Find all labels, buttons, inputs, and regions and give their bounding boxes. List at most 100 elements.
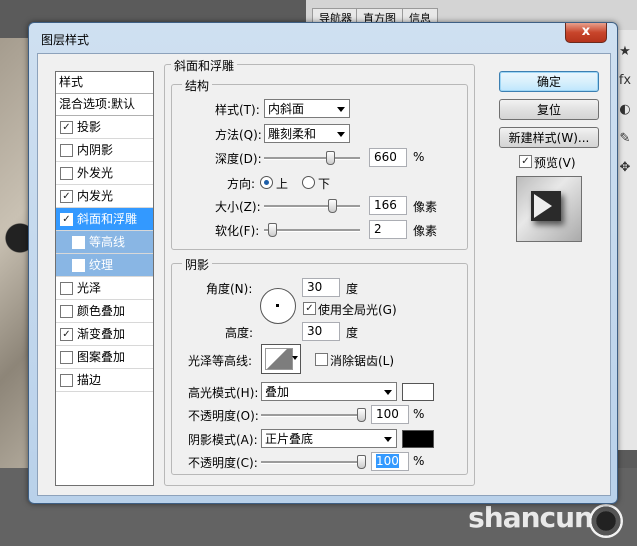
style-checkbox[interactable]: ✓	[60, 327, 73, 341]
highlight-opacity-thumb[interactable]	[357, 408, 366, 422]
shading-title: 阴影	[182, 256, 213, 273]
style-checkbox[interactable]	[60, 350, 73, 364]
style-list-header[interactable]: 样式	[56, 72, 153, 94]
antialias-checkbox[interactable]	[315, 353, 328, 366]
style-checkbox[interactable]	[60, 304, 73, 318]
ok-button[interactable]: 确定	[499, 71, 599, 92]
shadow-mode-value: 正片叠底	[265, 432, 314, 446]
global-light-label[interactable]: 使用全局光(G)	[318, 301, 397, 318]
style-preview-thumbnail	[516, 176, 582, 242]
blend-options-item[interactable]: 混合选项:默认	[56, 94, 153, 116]
style-list-item[interactable]: 描边	[56, 369, 153, 392]
highlight-opacity-input[interactable]: 100	[371, 405, 409, 424]
style-list-item[interactable]: 外发光	[56, 162, 153, 185]
shadow-mode-label: 阴影模式(A):	[188, 433, 258, 447]
depth-input[interactable]: 660	[369, 148, 407, 167]
shadow-opacity-thumb[interactable]	[357, 455, 366, 469]
preview-label[interactable]: 预览(V)	[534, 154, 576, 171]
style-list-item[interactable]: 颜色叠加	[56, 300, 153, 323]
style-item-label: 颜色叠加	[77, 304, 126, 318]
style-checkbox[interactable]: ✓	[60, 212, 73, 226]
direction-up-radio[interactable]	[260, 176, 273, 189]
watermark: shancun 山村	[468, 496, 594, 534]
gloss-contour-picker[interactable]	[261, 344, 301, 374]
reset-button[interactable]: 复位	[499, 99, 599, 120]
style-item-label: 图案叠加	[77, 350, 126, 364]
style-checkbox[interactable]	[60, 281, 73, 295]
angle-label: 角度(N):	[206, 282, 253, 296]
style-item-label: 内阴影	[77, 143, 114, 157]
shadow-opacity-input[interactable]: 100	[371, 452, 409, 471]
global-light-checkbox[interactable]: ✓	[303, 302, 316, 315]
style-list-item[interactable]: 图案叠加	[56, 346, 153, 369]
altitude-input[interactable]: 30	[302, 322, 340, 341]
new-style-button[interactable]: 新建样式(W)...	[499, 127, 599, 148]
size-label: 大小(Z):	[215, 200, 261, 214]
shading-group: 阴影 角度(N): 30 度 ✓ 使用全局光(G) 高度: 30 度 光泽等高线…	[171, 256, 468, 475]
altitude-label: 高度:	[225, 326, 254, 340]
depth-slider-thumb[interactable]	[326, 151, 335, 165]
angle-input[interactable]: 30	[302, 278, 340, 297]
method-label: 方法(Q):	[215, 128, 262, 142]
style-item-label: 描边	[77, 373, 102, 387]
style-list-item[interactable]: ✓ 内发光	[56, 185, 153, 208]
style-checkbox[interactable]	[60, 166, 73, 180]
close-icon: x	[581, 24, 591, 39]
size-slider-thumb[interactable]	[328, 199, 337, 213]
shadow-color-swatch[interactable]	[402, 430, 434, 448]
style-list-item[interactable]: 内阴影	[56, 139, 153, 162]
chevron-down-icon	[384, 437, 392, 442]
style-list-item[interactable]: 光泽	[56, 277, 153, 300]
style-checkbox[interactable]: ✓	[60, 120, 73, 134]
size-input[interactable]: 166	[369, 196, 407, 215]
style-item-label: 渐变叠加	[77, 327, 126, 341]
chevron-down-icon	[337, 107, 345, 112]
style-checkbox[interactable]	[72, 258, 85, 272]
altitude-unit: 度	[346, 326, 359, 340]
angle-dial[interactable]	[260, 288, 296, 324]
layer-style-dialog: 图层样式 x 样式 混合选项:默认 ✓ 投影 内阴影 外发光 ✓ 内发光 ✓ 斜面和浮雕 等高线…	[28, 22, 618, 504]
style-list-item[interactable]: ✓ 渐变叠加	[56, 323, 153, 346]
preview-bevel-square	[531, 191, 561, 221]
direction-down-label[interactable]: 下	[318, 175, 330, 192]
style-list-item[interactable]: 纹理	[56, 254, 153, 277]
highlight-color-swatch[interactable]	[402, 383, 434, 401]
watermark-logo-icon	[589, 504, 623, 538]
shadow-mode-select[interactable]: 正片叠底	[261, 429, 397, 448]
soften-input[interactable]: 2	[369, 220, 407, 239]
method-select[interactable]: 雕刻柔和	[264, 124, 350, 143]
style-checkbox[interactable]: ✓	[60, 189, 73, 203]
soften-slider[interactable]	[264, 223, 360, 237]
highlight-opacity-unit: %	[413, 407, 425, 421]
shadow-opacity-label: 不透明度(C):	[188, 456, 258, 470]
depth-unit: %	[413, 150, 425, 164]
style-value: 内斜面	[268, 102, 305, 116]
size-slider[interactable]	[264, 199, 360, 213]
style-checkbox[interactable]	[60, 143, 73, 157]
style-label: 样式(T):	[215, 103, 260, 117]
antialias-label[interactable]: 消除锯齿(L)	[330, 352, 394, 369]
size-unit: 像素	[413, 200, 438, 214]
shadow-opacity-unit: %	[413, 454, 425, 468]
style-checkbox[interactable]	[72, 235, 85, 249]
soften-slider-thumb[interactable]	[268, 223, 277, 237]
direction-up-label[interactable]: 上	[276, 175, 288, 192]
highlight-mode-select[interactable]: 叠加	[261, 382, 397, 401]
style-list-item[interactable]: ✓ 投影	[56, 116, 153, 139]
style-list-item[interactable]: 等高线	[56, 231, 153, 254]
style-item-label: 光泽	[77, 281, 102, 295]
chevron-down-icon	[384, 390, 392, 395]
highlight-opacity-slider[interactable]	[261, 408, 366, 422]
direction-down-radio[interactable]	[302, 176, 315, 189]
style-list: 样式 混合选项:默认 ✓ 投影内阴影外发光 ✓ 内发光 ✓ 斜面和浮雕 等高线 纹理光泽颜色叠…	[55, 71, 154, 486]
shadow-opacity-slider[interactable]	[261, 455, 366, 469]
highlight-opacity-label: 不透明度(O):	[188, 409, 259, 423]
close-button[interactable]: x	[565, 23, 607, 43]
style-checkbox[interactable]	[60, 373, 73, 387]
depth-slider[interactable]	[264, 151, 360, 165]
style-list-item[interactable]: ✓ 斜面和浮雕	[56, 208, 153, 231]
angle-unit: 度	[346, 282, 359, 296]
style-select[interactable]: 内斜面	[264, 99, 350, 118]
preview-checkbox[interactable]: ✓	[519, 155, 532, 168]
shadow-opacity-value: 100	[376, 454, 399, 468]
